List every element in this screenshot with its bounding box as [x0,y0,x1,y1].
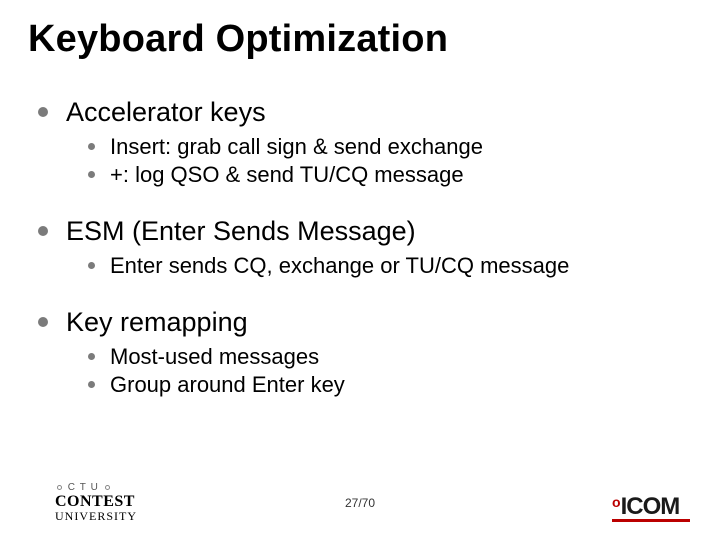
sub-item: Insert: grab call sign & send exchange [88,134,692,160]
sub-item: Most-used messages [88,344,692,370]
sub-item: Enter sends CQ, exchange or TU/CQ messag… [88,253,692,279]
slide-title: Keyboard Optimization [28,18,692,61]
bullet-label: Accelerator keys [66,97,266,127]
university-text: UNIVERSITY [55,510,137,523]
bullet-list: Accelerator keys Insert: grab call sign … [28,97,692,398]
contest-university-logo: C T U CONTEST UNIVERSITY [55,483,137,523]
sub-list: Insert: grab call sign & send exchange +… [66,134,692,188]
contest-text: CONTEST [55,494,137,511]
sub-item: Group around Enter key [88,372,692,398]
bullet-item: Accelerator keys Insert: grab call sign … [38,97,692,188]
antenna-icon: o [612,494,621,510]
bullet-item: Key remapping Most-used messages Group a… [38,307,692,398]
sub-list: Enter sends CQ, exchange or TU/CQ messag… [66,253,692,279]
sub-item: +: log QSO & send TU/CQ message [88,162,692,188]
footer: C T U CONTEST UNIVERSITY 27/70 oICOM [0,472,720,528]
bullet-label: Key remapping [66,307,248,337]
sub-list: Most-used messages Group around Enter ke… [66,344,692,398]
icom-text: oICOM [612,496,690,518]
bullet-item: ESM (Enter Sends Message) Enter sends CQ… [38,216,692,279]
slide: Keyboard Optimization Accelerator keys I… [0,0,720,540]
page-number: 27/70 [345,496,375,510]
icom-logo: oICOM [612,496,690,522]
bullet-label: ESM (Enter Sends Message) [66,216,416,246]
